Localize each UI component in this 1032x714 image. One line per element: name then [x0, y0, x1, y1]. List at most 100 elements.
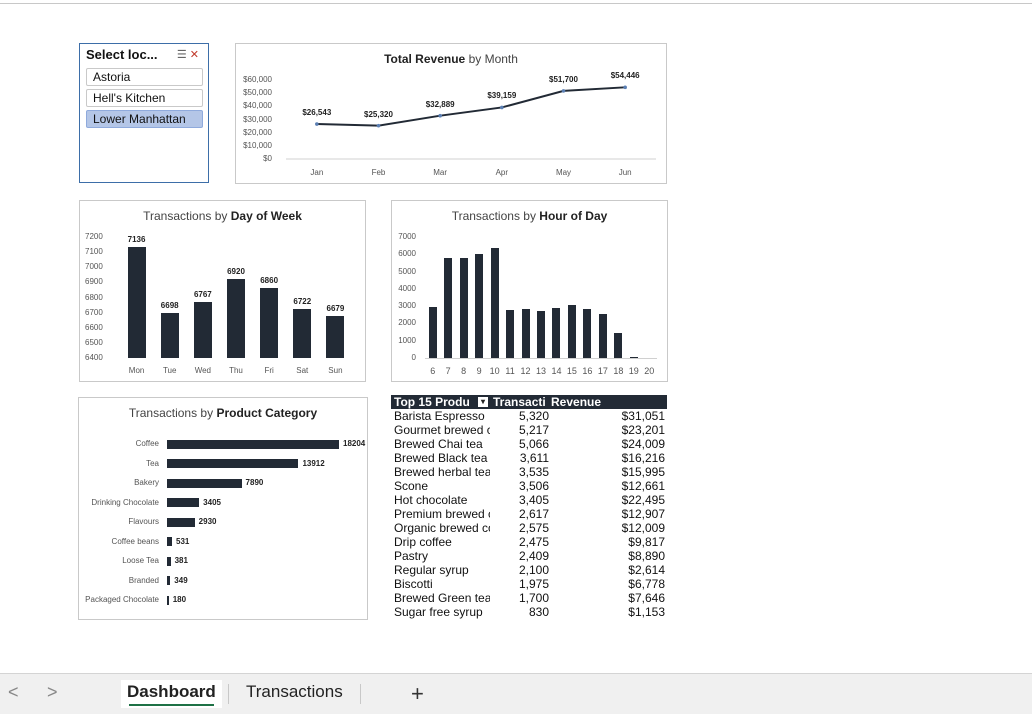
slicer-item-lower-manhattan[interactable]: Lower Manhattan — [86, 110, 203, 128]
table-row[interactable]: Brewed Black tea 3,611 $16,216 — [391, 451, 667, 465]
sheet-tab-bar: < > Dashboard Transactions + — [0, 673, 1032, 714]
y-axis-tick: 1000 — [398, 335, 416, 345]
category-label: Packaged Chocolate — [85, 595, 159, 604]
table-row[interactable]: Pastry 2,409 $8,890 — [391, 549, 667, 563]
y-axis-tick: 6500 — [85, 337, 103, 347]
x-axis-tick: Jan — [310, 168, 324, 177]
y-axis-tick: 7000 — [398, 232, 416, 241]
revenue-by-month-chart[interactable]: Total Revenue by Month $60,000 $50,000 $40… — [235, 43, 667, 184]
prev-sheet-icon[interactable]: < — [8, 682, 19, 703]
cell-product: Brewed Black tea — [394, 451, 488, 465]
transactions-by-category-chart[interactable]: Transactions by Product Category Coffee 1… — [78, 397, 368, 620]
y-axis-tick: 7100 — [85, 247, 103, 257]
cell-transactions: 1,975 — [518, 577, 549, 591]
x-axis-tick: 10 — [489, 366, 500, 376]
x-axis-tick: Thu — [229, 366, 243, 375]
table-row[interactable]: Brewed Chai tea 5,066 $24,009 — [391, 437, 667, 451]
table-row[interactable]: Regular syrup 2,100 $2,614 — [391, 563, 667, 577]
table-row[interactable]: Brewed Green tea 1,700 $7,646 — [391, 591, 667, 605]
location-slicer[interactable]: Select loc... ☰✕ Astoria Hell's Kitchen … — [79, 43, 209, 183]
cell-transactions: 5,066 — [518, 437, 549, 451]
cell-transactions: 3,535 — [518, 465, 549, 479]
slicer-item-hells-kitchen[interactable]: Hell's Kitchen — [86, 89, 203, 107]
data-label: 531 — [176, 536, 190, 546]
table-row[interactable]: Organic brewed co 2,575 $12,009 — [391, 521, 667, 535]
header-transactions[interactable]: Transacti — [493, 395, 551, 409]
cell-product: Barista Espresso — [394, 409, 485, 423]
table-row[interactable]: Scone 3,506 $12,661 — [391, 479, 667, 493]
bar — [167, 439, 339, 449]
x-axis-tick: May — [555, 168, 572, 177]
bar — [490, 248, 499, 358]
x-axis-tick: 9 — [476, 366, 482, 376]
data-label: $26,543 — [302, 108, 332, 118]
transactions-by-day-chart[interactable]: Transactions by Day of Week 7200 7100 7000… — [79, 200, 366, 382]
x-axis-tick: 14 — [551, 366, 562, 376]
data-label: $39,159 — [487, 91, 517, 101]
bar — [537, 311, 545, 358]
data-label: $51,700 — [549, 74, 578, 84]
bar — [127, 246, 146, 358]
bar — [167, 459, 299, 468]
cell-product: Hot chocolate — [394, 493, 468, 507]
bar — [167, 478, 242, 488]
table-row[interactable]: Gourmet brewed c 5,217 $23,201 — [391, 423, 667, 437]
bar — [293, 309, 312, 358]
data-label: 6860 — [260, 276, 279, 286]
clear-filter-icon[interactable]: ✕ — [190, 49, 202, 61]
y-axis-tick: 6000 — [398, 249, 416, 259]
transactions-by-hour-chart[interactable]: Transactions by Hour of Day 7000 6000 5000… — [391, 200, 668, 382]
multi-select-icon[interactable]: ☰ — [177, 49, 190, 61]
bar — [567, 305, 576, 358]
y-axis-tick: 4000 — [398, 283, 416, 293]
add-sheet-button[interactable]: + — [411, 681, 424, 707]
cell-transactions: 830 — [528, 605, 549, 619]
header-revenue[interactable]: Revenue — [551, 395, 665, 409]
y-axis-tick: 5000 — [398, 266, 416, 276]
tab-transactions[interactable]: Transactions — [240, 680, 349, 708]
data-label: 18204 — [343, 439, 366, 448]
category-label: Branded — [128, 575, 159, 585]
cell-revenue: $23,201 — [621, 423, 665, 437]
data-label: 381 — [174, 556, 188, 565]
data-label: 3405 — [203, 497, 221, 507]
bar — [167, 595, 169, 605]
table-row[interactable]: Hot chocolate 3,405 $22,495 — [391, 493, 667, 507]
x-axis-tick: Sat — [296, 366, 309, 375]
data-label: 6679 — [326, 303, 345, 313]
table-body: Barista Espresso 5,320 $31,051 Gourmet brew… — [391, 409, 667, 619]
table-row[interactable]: Barista Espresso 5,320 $31,051 — [391, 409, 667, 423]
cell-revenue: $16,216 — [621, 451, 665, 465]
x-axis-tick: 18 — [613, 366, 624, 376]
cell-revenue: $1,153 — [628, 605, 665, 619]
table-row[interactable]: Premium brewed c 2,617 $12,907 — [391, 507, 667, 521]
table-row[interactable]: Drip coffee 2,475 $9,817 — [391, 535, 667, 549]
x-axis-tick: Feb — [371, 168, 386, 177]
tab-dashboard[interactable]: Dashboard — [121, 680, 222, 708]
cell-product: Sugar free syrup — [394, 605, 483, 619]
header-product[interactable]: Top 15 Produ — [394, 395, 490, 409]
data-label: $32,889 — [425, 99, 455, 109]
data-label: 7136 — [127, 234, 146, 244]
category-label: Tea — [146, 458, 159, 468]
slicer-item-astoria[interactable]: Astoria — [86, 68, 203, 86]
filter-dropdown-icon[interactable]: ▾ — [478, 397, 488, 407]
chart-title: Transactions by Product Category — [128, 406, 318, 420]
x-axis-tick: 7 — [445, 366, 451, 376]
table-row[interactable]: Biscotti 1,975 $6,778 — [391, 577, 667, 591]
cell-product: Scone — [394, 479, 429, 493]
next-sheet-icon[interactable]: > — [47, 682, 58, 703]
bar — [227, 279, 245, 358]
y-axis-tick: 2000 — [398, 318, 416, 328]
top-products-table[interactable]: Top 15 Produ ▾ Transacti Revenue Barista… — [391, 395, 667, 619]
bar — [475, 254, 484, 358]
bar — [260, 288, 279, 358]
data-label: 349 — [174, 575, 188, 585]
y-axis-tick: 0 — [411, 353, 416, 362]
table-row[interactable]: Sugar free syrup 830 $1,153 — [391, 605, 667, 619]
data-label: $25,320 — [364, 109, 393, 119]
table-row[interactable]: Brewed herbal tea 3,535 $15,995 — [391, 465, 667, 479]
data-label: 2930 — [198, 517, 217, 526]
cell-revenue: $24,009 — [621, 437, 665, 451]
category-label: Drinking Chocolate — [91, 497, 159, 507]
